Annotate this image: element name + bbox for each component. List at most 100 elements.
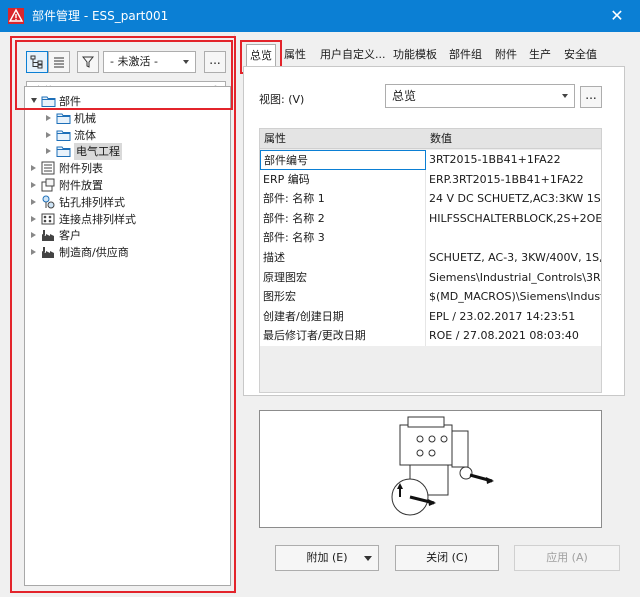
tree-item[interactable]: 电气工程 [25,143,225,161]
list-icon [41,161,56,175]
placement-icon [41,178,56,192]
view-combo-value: 总览 [392,89,417,103]
collapsed-arrow-icon[interactable] [31,232,36,239]
tree-item-label: 流体 [74,128,96,142]
tree-item-label: 机械 [74,111,96,125]
tree-item[interactable]: 连接点排列样式 [25,211,225,228]
collapsed-arrow-icon[interactable] [31,215,36,222]
property-value-cell[interactable]: EPL / 23.02.2017 14:23:51 [427,307,601,327]
view-combo[interactable]: 总览 [385,84,575,108]
property-value-cell[interactable]: $(MD_MACROS)\Siemens\Indust... [427,287,601,307]
table-row[interactable]: 部件: 名称 3 [260,228,601,249]
property-name-cell: 部件: 名称 1 [260,189,426,210]
tree-item[interactable]: 附件列表 [25,160,225,177]
parts-tree[interactable]: 部件机械流体 电气工程 附件列表附件放置钻孔排列样式 连接点排列样式 客户制造商/供应商 [24,86,231,586]
tree-item[interactable]: 部件 [25,93,225,110]
table-row[interactable]: 部件编号 3RT2015-1BB41+1FA22 [260,150,601,170]
tab-3[interactable]: 功能模板 [390,44,440,66]
tree-item-label: 附件列表 [59,162,103,176]
tree-item[interactable]: 钻孔排列样式 [25,194,225,211]
property-grid: 属性 数值 部件编号 3RT2015-1BB41+1FA22 ERP 编码 ERP.3… [259,128,602,393]
grid-header: 属性 数值 [260,129,601,149]
collapsed-arrow-icon[interactable] [46,131,51,138]
property-value-cell[interactable]: ROE / 27.08.2021 08:03:40 [427,326,601,346]
folder-icon [56,111,71,125]
table-row[interactable]: 最后修订者/更改日期 ROE / 27.08.2021 08:03:40 [260,326,601,347]
property-value-cell[interactable] [427,228,601,248]
tree-item[interactable]: 机械 [25,110,225,127]
window-title: 部件管理 - ESS_part001 [32,9,169,23]
tab-0[interactable]: 总览 [246,44,276,66]
tree-item-label: 部件 [59,95,81,108]
tree-item[interactable]: 制造商/供应商 [25,244,225,261]
contactor-illustration [391,416,494,516]
tab-2[interactable]: 用户自定义... [317,44,389,66]
collapsed-arrow-icon[interactable] [31,198,36,205]
tree-item[interactable]: 附件放置 [25,177,225,194]
property-name-cell: ERP 编码 [260,169,426,190]
property-name-cell: 描述 [260,248,426,268]
column-header-property[interactable]: 属性 [264,129,286,149]
table-row[interactable]: 创建者/创建日期 EPL / 23.02.2017 14:23:51 [260,306,601,327]
tree-item-label: 钻孔排列样式 [59,195,125,209]
collapsed-arrow-icon[interactable] [31,165,36,172]
table-row[interactable]: 部件: 名称 2 HILFSSCHALTERBLOCK,2S+2OE [260,208,601,229]
tab-4[interactable]: 部件组 [446,44,485,66]
tab-1[interactable]: 属性 [281,44,309,66]
property-name-cell: 原理图宏 [260,267,426,288]
apply-button[interactable]: 应用 (A) [514,545,620,571]
property-value-cell[interactable]: SCHUETZ, AC-3, 3KW/400V, 1S, ... [427,248,601,268]
property-name-cell: 最后修订者/更改日期 [260,326,426,347]
tree-item-label: 电气工程 [74,143,122,161]
tree-item-label: 制造商/供应商 [59,246,129,260]
part-preview-image [259,410,602,528]
close-button[interactable]: 关闭 (C) [395,545,499,571]
tab-5[interactable]: 附件 [492,44,520,66]
view-more-button[interactable]: ... [580,86,602,108]
chevron-down-icon [562,94,568,98]
table-row[interactable]: 部件: 名称 124 V DC SCHUETZ,AC3:3KW 1S D... [260,189,601,210]
tree-item-label: 客户 [59,229,81,243]
tree-item-label: 连接点排列样式 [59,212,136,226]
table-row[interactable]: 原理图宏 Siemens\Industrial_Controls\3RZ... [260,267,601,288]
folder-icon [56,144,71,158]
collapsed-arrow-icon[interactable] [46,114,51,121]
table-row[interactable]: ERP 编码 ERP.3RT2015-1BB41+1FA22 [260,169,601,190]
collapsed-arrow-icon[interactable] [31,249,36,256]
factory-icon [41,228,56,242]
property-value-cell[interactable]: 3RT2015-1BB41+1FA22 [427,150,601,170]
connection-icon [41,212,56,226]
factory-icon [41,245,56,259]
folder-icon [41,94,56,108]
chevron-down-icon [364,556,372,561]
tab-7[interactable]: 安全值 [561,44,600,66]
column-header-value[interactable]: 数值 [430,129,452,149]
view-label: 视图: (V) [259,93,305,106]
property-value-cell[interactable]: 24 V DC SCHUETZ,AC3:3KW 1S D... [427,189,601,209]
tab-6[interactable]: 生产 [526,44,554,66]
extra-button-label: 附加 (E) [306,551,348,564]
folder-icon [56,128,71,142]
parts-management-window: 部件管理 - ESS_part001 ✕ - 未激活 - ... 查找 [0,0,640,597]
expanded-arrow-icon[interactable] [31,98,37,103]
property-value-cell[interactable]: ERP.3RT2015-1BB41+1FA22 [427,170,601,190]
tree-item[interactable]: 客户 [25,227,225,244]
drill-icon [41,195,56,209]
left-pane: 查找 部件机械流体电气工程附件列表附件放置钻孔排列样式连接点排列样式客户制造商/… [18,40,232,586]
collapsed-arrow-icon[interactable] [46,148,51,155]
property-name-cell: 部件编号 [260,150,426,170]
extra-button[interactable]: 附加 (E) [275,545,379,571]
property-name-cell: 图形宏 [260,287,426,308]
table-row[interactable]: 图形宏 $(MD_MACROS)\Siemens\Indust... [260,287,601,308]
property-value-cell[interactable]: Siemens\Industrial_Controls\3RZ... [427,268,601,288]
collapsed-arrow-icon[interactable] [31,182,36,188]
title-bar[interactable]: 部件管理 - ESS_part001 ✕ [0,0,640,32]
close-window-button[interactable]: ✕ [594,0,640,32]
table-row[interactable]: 描述 SCHUETZ, AC-3, 3KW/400V, 1S, ... [260,248,601,268]
pane-splitter[interactable] [234,34,235,594]
eplan-warning-icon [8,8,24,24]
property-name-cell: 部件: 名称 3 [260,228,426,249]
tree-item-label: 附件放置 [59,179,103,192]
property-value-cell[interactable]: HILFSSCHALTERBLOCK,2S+2OE [427,209,601,229]
tree-item[interactable]: 流体 [25,127,225,144]
